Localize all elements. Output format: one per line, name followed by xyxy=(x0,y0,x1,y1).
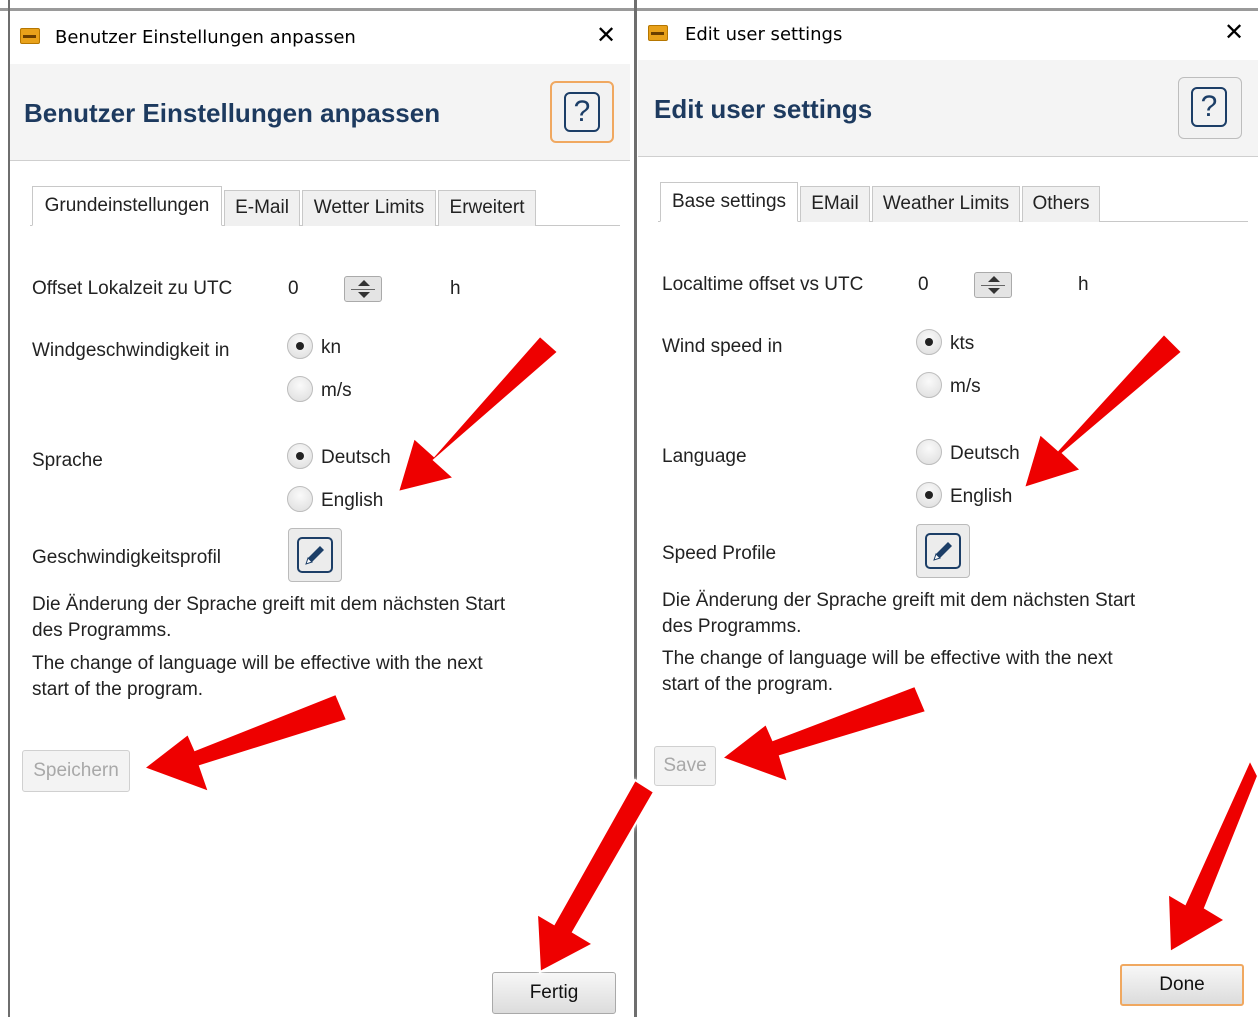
red-arrow-icon xyxy=(1166,757,1258,954)
red-arrow-icon xyxy=(141,692,349,794)
red-arrow-icon xyxy=(535,778,656,974)
annotation-overlay xyxy=(141,332,1258,974)
red-arrow-icon xyxy=(396,334,560,494)
red-arrow-icon xyxy=(1022,332,1184,490)
red-arrow-icon xyxy=(719,684,928,784)
